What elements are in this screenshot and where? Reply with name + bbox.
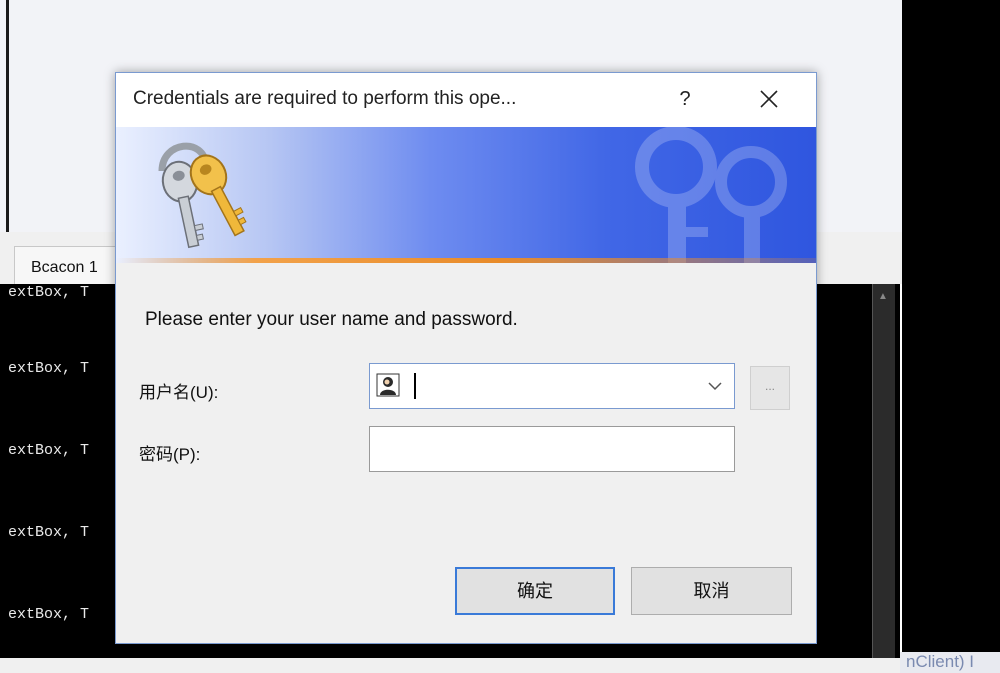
chevron-down-icon-glyph	[708, 382, 722, 391]
help-button[interactable]: ?	[664, 79, 706, 119]
chevron-down-icon[interactable]	[704, 374, 726, 398]
dialog-titlebar[interactable]: Credentials are required to perform this…	[116, 73, 816, 127]
background-dark-area	[902, 0, 1000, 673]
user-icon	[376, 373, 400, 397]
console-line: extBox, T	[8, 606, 90, 623]
dialog-banner	[116, 127, 816, 263]
console-line: extBox, T	[8, 284, 90, 301]
text-caret	[414, 373, 416, 399]
banner-accent-line	[116, 258, 816, 263]
browse-button[interactable]: ...	[750, 366, 790, 410]
username-label: 用户名(U):	[139, 383, 219, 402]
instructions-text: Please enter your user name and password…	[145, 309, 518, 330]
password-field[interactable]	[369, 426, 735, 472]
console-line: extBox, T	[8, 442, 90, 459]
password-label: 密码(P):	[139, 445, 201, 464]
console-line: extBox, T	[8, 360, 90, 377]
status-strip	[0, 658, 902, 673]
console-line: extBox, T	[8, 524, 90, 541]
credentials-dialog: Credentials are required to perform this…	[115, 72, 817, 644]
close-icon	[760, 90, 778, 108]
scroll-up-icon[interactable]: ▲	[874, 288, 892, 306]
cancel-button[interactable]: 取消	[631, 567, 792, 615]
keys-watermark-icon	[635, 127, 787, 263]
console-scrollbar[interactable]	[872, 284, 895, 658]
close-button[interactable]	[744, 79, 794, 119]
keys-icon	[158, 142, 247, 249]
dialog-title: Credentials are required to perform this…	[133, 88, 517, 109]
background-text: nClient) I	[900, 652, 1000, 673]
window-edge	[6, 0, 9, 232]
ok-button[interactable]: 确定	[455, 567, 615, 615]
username-combobox[interactable]	[369, 363, 735, 409]
